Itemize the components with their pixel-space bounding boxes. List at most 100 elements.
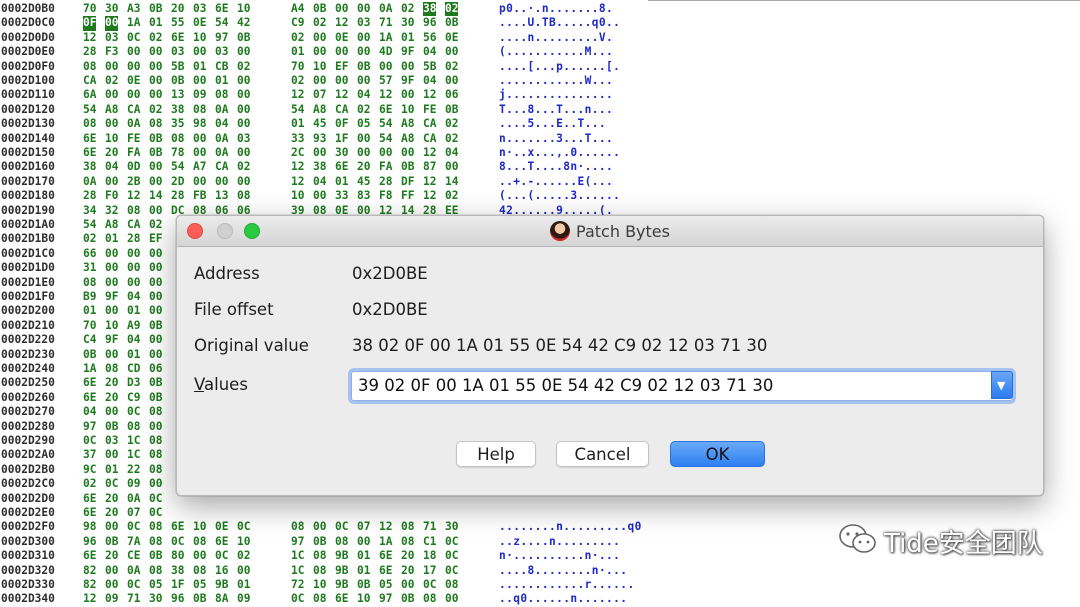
hex-byte[interactable]: 00 (149, 304, 162, 318)
hex-byte[interactable]: 08 (193, 103, 206, 117)
hex-byte[interactable]: 80 (171, 549, 184, 563)
hex-byte[interactable]: 83 (357, 189, 370, 203)
hex-byte[interactable]: 08 (445, 578, 458, 592)
hex-byte[interactable]: CB (215, 60, 228, 74)
hex-byte[interactable]: 08 (149, 448, 162, 462)
hex-byte[interactable]: 9F (401, 74, 414, 88)
hex-byte[interactable]: FF (401, 189, 414, 203)
hex-byte[interactable]: 54 (291, 103, 304, 117)
hex-byte[interactable]: 9B (335, 578, 348, 592)
hex-byte[interactable]: 0C (445, 535, 458, 549)
hex-byte[interactable]: 20 (105, 376, 118, 390)
hex-byte[interactable]: A4 (291, 2, 304, 16)
hex-byte[interactable]: 0C (423, 578, 436, 592)
hex-byte[interactable]: 00 (237, 146, 250, 160)
hex-byte[interactable]: 6E (335, 160, 348, 174)
hex-byte[interactable]: 6E (83, 506, 96, 520)
hex-byte[interactable]: 28 (83, 45, 96, 59)
hex-byte[interactable]: 0B (83, 348, 96, 362)
hex-byte[interactable]: 45 (357, 175, 370, 189)
hex-byte[interactable]: 00 (105, 348, 118, 362)
hex-byte[interactable]: 9C (83, 463, 96, 477)
hex-byte[interactable]: 00 (105, 276, 118, 290)
hex-byte[interactable]: 20 (105, 146, 118, 160)
hex-byte[interactable]: 2B (127, 175, 140, 189)
hex-byte[interactable]: 6E (379, 103, 392, 117)
hex-byte[interactable]: 0C (127, 405, 140, 419)
hex-byte[interactable]: 16 (215, 564, 228, 578)
hex-byte[interactable]: 0B (401, 592, 414, 606)
hex-byte[interactable]: 28 (379, 175, 392, 189)
hex-byte[interactable]: 02 (237, 160, 250, 174)
hex-byte[interactable]: 00 (149, 247, 162, 261)
hex-byte[interactable]: 57 (379, 74, 392, 88)
hex-byte[interactable]: 1C (127, 434, 140, 448)
hex-byte[interactable]: 12 (379, 520, 392, 534)
hex-byte[interactable]: 00 (237, 564, 250, 578)
hex-byte[interactable]: 00 (105, 448, 118, 462)
hex-byte[interactable]: 6E (171, 520, 184, 534)
hex-byte[interactable]: 00 (149, 348, 162, 362)
hex-byte[interactable]: 09 (105, 592, 118, 606)
hex-byte[interactable]: 0B (149, 391, 162, 405)
hex-byte[interactable]: 00 (105, 564, 118, 578)
hex-byte[interactable]: 0A (83, 175, 96, 189)
hex-byte[interactable]: 8A (215, 592, 228, 606)
hex-byte[interactable]: 0A (127, 492, 140, 506)
hex-byte[interactable]: 08 (215, 88, 228, 102)
hex-byte[interactable]: FA (379, 160, 392, 174)
hex-byte[interactable]: 02 (83, 477, 96, 491)
hex-byte[interactable]: 70 (83, 2, 96, 16)
hex-byte[interactable]: 00 (237, 74, 250, 88)
hex-byte[interactable]: 00 (193, 132, 206, 146)
hex-byte[interactable]: 12 (423, 189, 436, 203)
hex-byte[interactable]: FA (127, 146, 140, 160)
hex-byte[interactable]: 38 (171, 564, 184, 578)
hex-byte[interactable]: 09 (127, 477, 140, 491)
hex-byte[interactable]: 5B (171, 60, 184, 74)
hex-byte[interactable]: 0C (445, 549, 458, 563)
hex-byte[interactable]: 08 (313, 592, 326, 606)
hex-byte[interactable]: 08 (83, 60, 96, 74)
hex-byte[interactable]: 10 (237, 535, 250, 549)
hex-byte[interactable]: 42 (237, 16, 250, 30)
hex-byte[interactable]: 6E (215, 2, 228, 16)
hex-byte[interactable]: CA (127, 103, 140, 117)
hex-byte[interactable]: 10 (193, 31, 206, 45)
hex-byte[interactable]: 0B (357, 578, 370, 592)
hex-byte[interactable]: 08 (401, 535, 414, 549)
hex-byte[interactable]: 33 (291, 132, 304, 146)
hex-byte[interactable]: 82 (83, 578, 96, 592)
hex-byte[interactable]: 00 (357, 74, 370, 88)
hex-byte[interactable]: 12 (83, 592, 96, 606)
hex-byte[interactable]: 00 (149, 477, 162, 491)
hex-byte[interactable]: 0C (171, 535, 184, 549)
hex-byte[interactable]: 00 (237, 88, 250, 102)
hex-byte[interactable]: 0B (401, 160, 414, 174)
hex-byte[interactable]: 10 (105, 132, 118, 146)
hex-byte[interactable]: 00 (105, 578, 118, 592)
hex-byte[interactable]: 00 (149, 420, 162, 434)
hex-byte[interactable]: 0A (215, 103, 228, 117)
hex-byte[interactable]: 4D (379, 45, 392, 59)
hex-byte[interactable]: 35 (171, 117, 184, 131)
ok-button[interactable]: OK (670, 441, 765, 467)
hex-byte[interactable]: 54 (171, 160, 184, 174)
hex-byte[interactable]: 00 (105, 304, 118, 318)
hex-byte[interactable]: 00 (149, 175, 162, 189)
hex-byte[interactable]: 10 (291, 189, 304, 203)
hex-byte[interactable]: 00 (313, 31, 326, 45)
hex-byte[interactable]: 38 (83, 160, 96, 174)
hex-byte[interactable]: 08 (149, 434, 162, 448)
hex-byte[interactable]: 00 (215, 175, 228, 189)
hex-byte[interactable]: A8 (105, 103, 118, 117)
hex-byte[interactable]: F3 (105, 45, 118, 59)
hex-byte[interactable]: 00 (445, 74, 458, 88)
hex-byte[interactable]: 38 (171, 103, 184, 117)
hex-byte[interactable]: 20 (105, 391, 118, 405)
hex-byte[interactable]: 30 (445, 520, 458, 534)
hex-byte[interactable]: 6E (83, 391, 96, 405)
hex-byte[interactable]: 2D (171, 175, 184, 189)
hex-byte[interactable]: 03 (105, 31, 118, 45)
hex-byte[interactable]: 56 (423, 31, 436, 45)
